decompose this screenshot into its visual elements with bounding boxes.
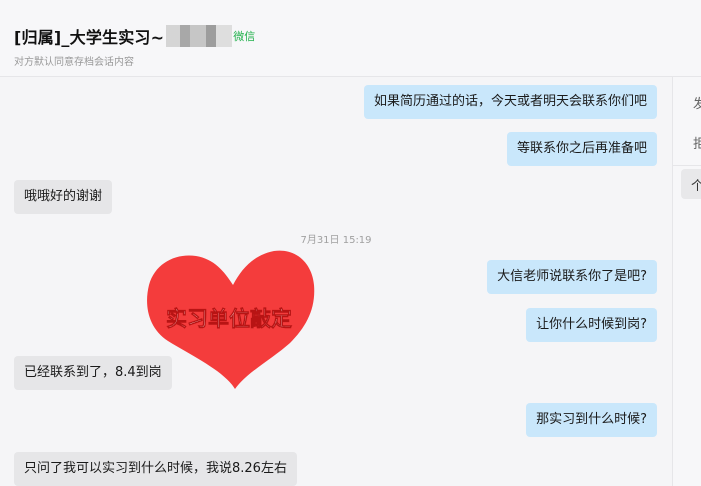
side-tab-send[interactable]: 发 bbox=[693, 93, 701, 112]
redacted-name bbox=[166, 25, 233, 47]
message-bubble-incoming[interactable]: 只问了我可以实习到什么时候，我说8.26左右 bbox=[14, 452, 297, 486]
message-bubble-incoming[interactable]: 已经联系到了，8.4到岗 bbox=[14, 356, 172, 390]
chat-header: [归属]_大学生实习~ 微信 对方默认同意存档会话内容 bbox=[0, 0, 701, 77]
message-bubble-outgoing[interactable]: 大信老师说联系你了是吧? bbox=[487, 260, 657, 294]
sticker-caption: 实习单位敲定 bbox=[166, 307, 292, 331]
side-item-label: 个 bbox=[691, 179, 701, 194]
message-bubble-incoming[interactable]: 哦哦好的谢谢 bbox=[14, 180, 113, 214]
chat-title[interactable]: [归属]_大学生实习~ bbox=[14, 24, 164, 48]
side-divider bbox=[673, 165, 701, 166]
archive-notice: 对方默认同意存档会话内容 bbox=[14, 57, 134, 68]
platform-label: 微信 bbox=[233, 30, 256, 43]
message-bubble-outgoing[interactable]: 那实习到什么时候? bbox=[526, 403, 657, 437]
title-row: [归属]_大学生实习~ 微信 bbox=[14, 24, 255, 48]
message-list[interactable]: 如果简历通过的话，今天或者明天会联系你们吧 等联系你之后再准备吧 哦哦好的谢谢 … bbox=[0, 77, 672, 486]
message-bubble-outgoing[interactable]: 等联系你之后再准备吧 bbox=[506, 132, 657, 166]
message-bubble-outgoing[interactable]: 让你什么时候到岗? bbox=[526, 308, 657, 342]
timestamp-divider: 7月31日 15:19 bbox=[300, 235, 372, 246]
side-item-personal[interactable]: 个 bbox=[681, 169, 701, 199]
side-panel: 发 拒 个 bbox=[672, 77, 701, 486]
message-bubble-outgoing[interactable]: 如果简历通过的话，今天或者明天会联系你们吧 bbox=[363, 85, 657, 119]
side-tab-reject[interactable]: 拒 bbox=[693, 133, 701, 152]
